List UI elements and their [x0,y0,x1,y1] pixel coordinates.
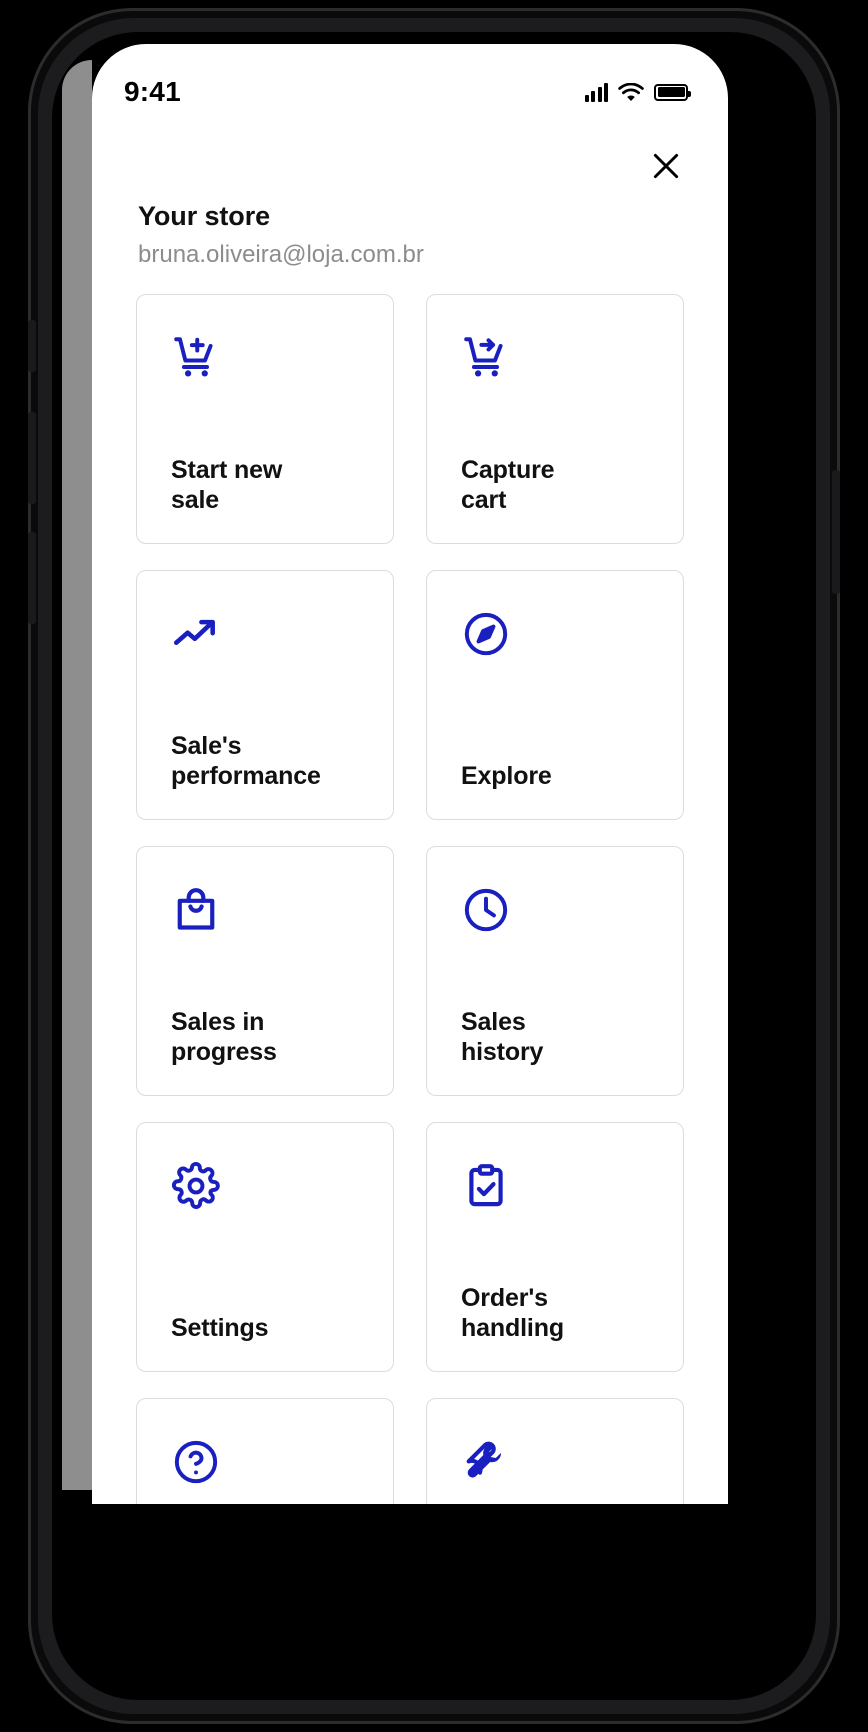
screen-edge-highlight [62,60,92,1490]
tile-orders-handling[interactable]: Order's handling [426,1122,684,1373]
tile-settings[interactable]: Settings [136,1122,394,1373]
help-circle-icon [171,1437,359,1493]
tile-sales-history[interactable]: Sales history [426,846,684,1097]
tile-label: Sales in progress [171,1008,277,1066]
power-button[interactable] [832,470,840,594]
tile-start-new-sale[interactable]: Start new sale [136,294,394,545]
compass-icon [461,609,649,665]
tile-label: Capture cart [461,456,555,514]
tile-label: Start new sale [171,456,283,514]
clock-icon [461,885,649,941]
silent-switch[interactable] [28,320,36,372]
gear-icon [171,1161,359,1217]
tile-tools[interactable] [426,1398,684,1504]
tile-label: Sale's performance [171,732,321,790]
cart-plus-icon [171,333,359,389]
store-header: Your store bruna.oliveira@loja.com.br [92,188,728,270]
cellular-signal-icon [584,82,608,102]
wrench-icon [461,1437,649,1493]
app-screen: 9:41 Your store bruna.oliveira@loja.com.… [92,44,728,1504]
trending-up-icon [171,609,359,665]
tile-label: Settings [171,1313,269,1342]
tile-label: Explore [461,761,552,790]
modal-header-bar [92,122,728,188]
tile-label: Order's handling [461,1284,564,1342]
menu-grid: Start new sale Capture cart Sale's perfo… [92,294,728,1504]
store-email: bruna.oliveira@loja.com.br [138,241,424,269]
shopping-bag-icon [171,885,359,941]
volume-up-button[interactable] [28,412,36,504]
volume-down-button[interactable] [28,532,36,624]
status-bar-icons [584,82,691,102]
status-bar-time: 9:41 [124,76,181,107]
battery-full-icon [654,83,691,101]
tile-sales-performance[interactable]: Sale's performance [136,570,394,821]
page-title: Your store [138,201,271,231]
tile-help[interactable] [136,1398,394,1504]
clipboard-check-icon [461,1161,649,1217]
tile-capture-cart[interactable]: Capture cart [426,294,684,545]
tile-explore[interactable]: Explore [426,570,684,821]
status-bar: 9:41 [92,44,728,122]
screenshot-stage: 9:41 Your store bruna.oliveira@loja.com.… [0,0,868,1732]
tile-sales-in-progress[interactable]: Sales in progress [136,846,394,1097]
cart-arrow-icon [461,333,649,389]
tile-label: Sales history [461,1008,544,1066]
wifi-icon [618,82,644,102]
close-icon[interactable] [644,144,688,188]
